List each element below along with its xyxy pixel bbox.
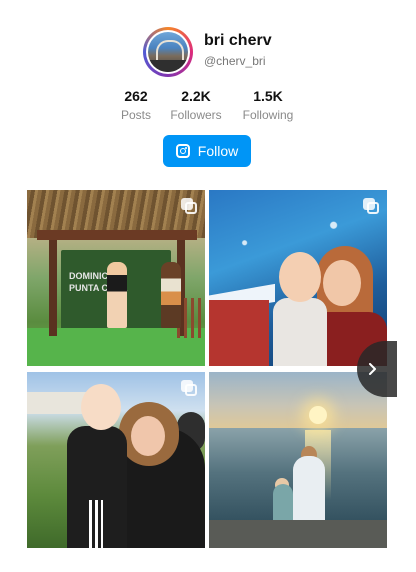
post-tile-2[interactable] — [209, 190, 387, 366]
multiple-images-icon — [181, 198, 197, 214]
profile-handle: @cherv_bri — [204, 54, 266, 68]
chevron-right-icon — [369, 363, 376, 375]
follow-button-label: Follow — [197, 143, 239, 159]
profile-name[interactable]: bri cherv — [204, 32, 272, 50]
multiple-images-icon — [363, 198, 379, 214]
follow-button[interactable]: Follow — [163, 135, 251, 167]
profile-header: bri cherv @cherv_bri — [0, 22, 416, 82]
tile1-sign-text: DOMINICAN PUNTA CANA — [69, 271, 128, 293]
stat-following-value: 1.5K — [253, 88, 283, 104]
post-tile-3[interactable] — [27, 372, 205, 548]
post-grid: DOMINICAN PUNTA CANA — [27, 190, 387, 548]
profile-stats: 262 Posts 2.2K Followers 1.5K Following — [0, 88, 416, 124]
stat-following[interactable]: 1.5K Following — [223, 88, 313, 124]
instagram-icon — [175, 144, 190, 158]
stat-following-label: Following — [242, 108, 294, 122]
avatar[interactable] — [143, 27, 193, 77]
post-tile-4[interactable] — [209, 372, 387, 548]
avatar-image — [148, 32, 188, 72]
post-tile-1[interactable]: DOMINICAN PUNTA CANA — [27, 190, 205, 366]
multiple-images-icon — [181, 380, 197, 396]
